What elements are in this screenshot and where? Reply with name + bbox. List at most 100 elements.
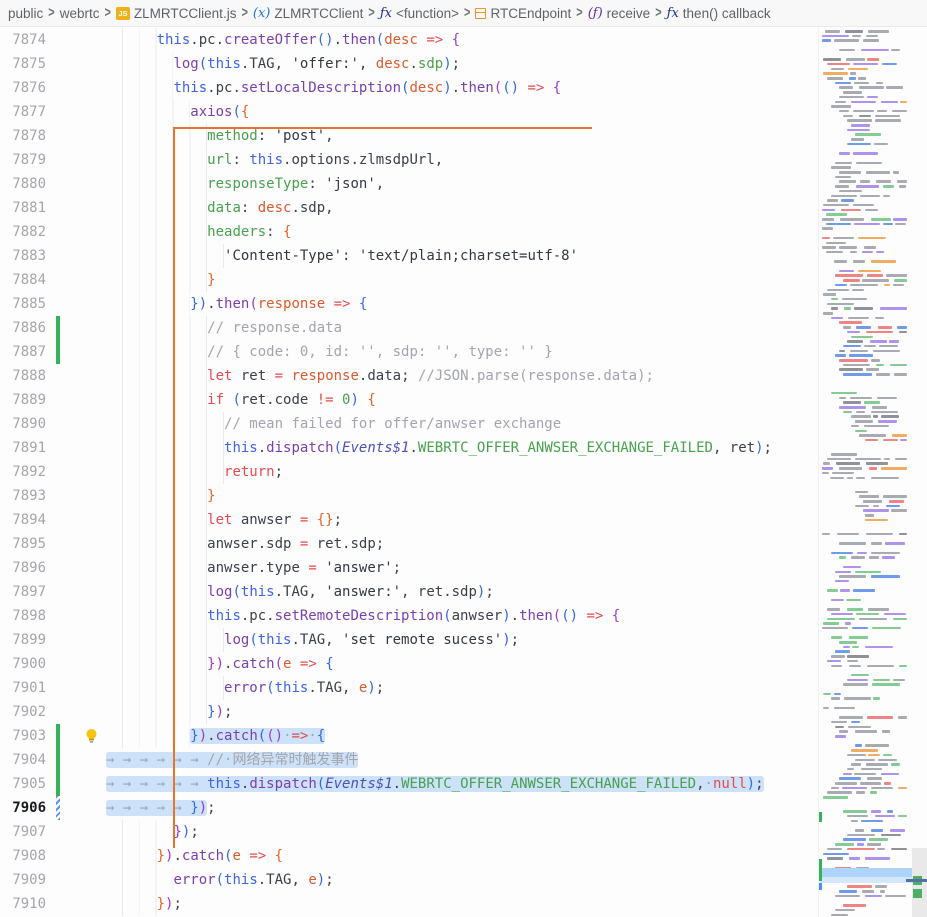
code-line-7902[interactable]: 7902 }); [0,700,818,724]
code-line-7903[interactable]: 7903 }).catch(()·=>·{ [0,724,818,748]
line-number[interactable]: 7900 [0,652,46,676]
code-token: this [258,632,292,648]
code-line-7885[interactable]: 7885 }).then(response => { [0,292,818,316]
code-line-7893[interactable]: 7893 } [0,484,818,508]
line-number[interactable]: 7909 [0,868,46,892]
code-line-7886[interactable]: 7886 // response.data [0,316,818,340]
git-added-marker[interactable] [56,748,60,772]
line-number[interactable]: 7901 [0,676,46,700]
code-line-7909[interactable]: 7909 error(this.TAG, e); [0,868,818,892]
breadcrumb-item-webrtc[interactable]: webrtc [60,6,100,21]
line-number[interactable]: 7906 [0,796,46,820]
code-line-7891[interactable]: 7891 this.dispatch(Events$1.WEBRTC_OFFER… [0,436,818,460]
line-number[interactable]: 7892 [0,460,46,484]
code-line-7881[interactable]: 7881 data: desc.sdp, [0,196,818,220]
code-line-7906[interactable]: 7906→ → → → → }); [0,796,818,820]
code-line-7897[interactable]: 7897 log(this.TAG, 'answer:', ret.sdp); [0,580,818,604]
minimap-line [875,115,900,118]
line-number[interactable]: 7894 [0,508,46,532]
line-number[interactable]: 7903 [0,724,46,748]
breadcrumb-item-receive[interactable]: (ƒ)receive [588,6,651,21]
line-number[interactable]: 7879 [0,148,46,172]
line-number[interactable]: 7895 [0,532,46,556]
breadcrumb-item-public[interactable]: public [8,6,43,21]
code-line-7879[interactable]: 7879 url: this.options.zlmsdpUrl, [0,148,818,172]
minimap[interactable] [818,27,912,917]
code-line-7889[interactable]: 7889 if (ret.code != 0) { [0,388,818,412]
line-number[interactable]: 7898 [0,604,46,628]
code-line-7898[interactable]: 7898 this.pc.setRemoteDescription(anwser… [0,604,818,628]
code-line-7901[interactable]: 7901 error(this.TAG, e); [0,676,818,700]
code-line-7874[interactable]: 7874 this.pc.createOffer().then(desc => … [0,28,818,52]
line-number[interactable]: 7886 [0,316,46,340]
line-number[interactable]: 7884 [0,268,46,292]
line-number[interactable]: 7883 [0,244,46,268]
line-number[interactable]: 7877 [0,100,46,124]
code-line-7899[interactable]: 7899 log(this.TAG, 'set remote sucess'); [0,628,818,652]
git-added-marker[interactable] [56,340,60,364]
git-added-marker[interactable] [56,316,60,340]
code-token: desc [258,200,292,216]
breadcrumb-item-then-callback[interactable]: ƒxthen() callback [667,6,771,21]
code-line-7894[interactable]: 7894 let anwser = {}; [0,508,818,532]
code-line-7882[interactable]: 7882 headers: { [0,220,818,244]
code-line-7876[interactable]: 7876 this.pc.setLocalDescription(desc).t… [0,76,818,100]
code-line-7892[interactable]: 7892 return; [0,460,818,484]
line-number[interactable]: 7893 [0,484,46,508]
line-number[interactable]: 7910 [0,892,46,916]
line-number[interactable]: 7885 [0,292,46,316]
line-number[interactable]: 7896 [0,556,46,580]
git-added-marker[interactable] [56,772,60,796]
line-number[interactable]: 7881 [0,196,46,220]
line-number[interactable]: 7889 [0,388,46,412]
minimap-line [847,885,872,888]
line-number[interactable]: 7874 [0,28,46,52]
code-line-7904[interactable]: 7904→ → → → → → //·网络异常时触发事件 [0,748,818,772]
line-number[interactable]: 7899 [0,628,46,652]
line-number[interactable]: 7902 [0,700,46,724]
lightbulb-icon[interactable] [84,728,100,744]
code-line-7895[interactable]: 7895 anwser.sdp = ret.sdp; [0,532,818,556]
minimap-line [823,293,836,296]
code-line-7890[interactable]: 7890 // mean failed for offer/anwser exc… [0,412,818,436]
minimap-line [865,646,893,649]
line-number[interactable]: 7882 [0,220,46,244]
git-added-marker[interactable] [56,724,60,748]
code-line-7887[interactable]: 7887 // { code: 0, id: '', sdp: '', type… [0,340,818,364]
code-line-7888[interactable]: 7888 let ret = response.data; //JSON.par… [0,364,818,388]
line-number[interactable]: 7876 [0,76,46,100]
line-number[interactable]: 7890 [0,412,46,436]
code-line-7908[interactable]: 7908 }).catch(e => { [0,844,818,868]
line-number[interactable]: 7880 [0,172,46,196]
line-number[interactable]: 7905 [0,772,46,796]
line-number[interactable]: 7878 [0,124,46,148]
line-number[interactable]: 7897 [0,580,46,604]
code-line-7896[interactable]: 7896 anwser.type = 'answer'; [0,556,818,580]
code-line-7877[interactable]: 7877 axios({ [0,100,818,124]
code-line-7910[interactable]: 7910 }); [0,892,818,916]
code-line-7875[interactable]: 7875 log(this.TAG, 'offer:', desc.sdp); [0,52,818,76]
line-number[interactable]: 7875 [0,52,46,76]
line-number[interactable]: 7908 [0,844,46,868]
breadcrumb-item--function-[interactable]: ƒx<function> [380,6,459,21]
line-number[interactable]: 7891 [0,436,46,460]
breadcrumb-item-zlmrtcclient[interactable]: (x)ZLMRTCClient [253,6,364,21]
line-number[interactable]: 7887 [0,340,46,364]
code-line-7905[interactable]: 7905→ → → → → → this.dispatch(Events$1.W… [0,772,818,796]
code-line-7900[interactable]: 7900 }).catch(e => { [0,652,818,676]
code-text: // response.data [106,316,342,340]
code-line-7884[interactable]: 7884 } [0,268,818,292]
line-number[interactable]: 7888 [0,364,46,388]
breadcrumb-item-zlmrtcclient-js[interactable]: JSZLMRTCClient.js [116,6,237,21]
line-number[interactable]: 7907 [0,820,46,844]
code-line-7907[interactable]: 7907 }); [0,820,818,844]
minimap-line [867,843,881,846]
line-number[interactable]: 7904 [0,748,46,772]
code-text: log(this.TAG, 'offer:', desc.sdp); [106,52,460,76]
git-modified-marker[interactable] [56,796,60,820]
breadcrumb-item-rtcendpoint[interactable]: RTCEndpoint [475,6,571,21]
editor-pane[interactable]: 7874 this.pc.createOffer().then(desc => … [0,28,818,917]
code-line-7883[interactable]: 7883 'Content-Type': 'text/plain;charset… [0,244,818,268]
code-line-7880[interactable]: 7880 responseType: 'json', [0,172,818,196]
minimap-line [865,857,890,860]
